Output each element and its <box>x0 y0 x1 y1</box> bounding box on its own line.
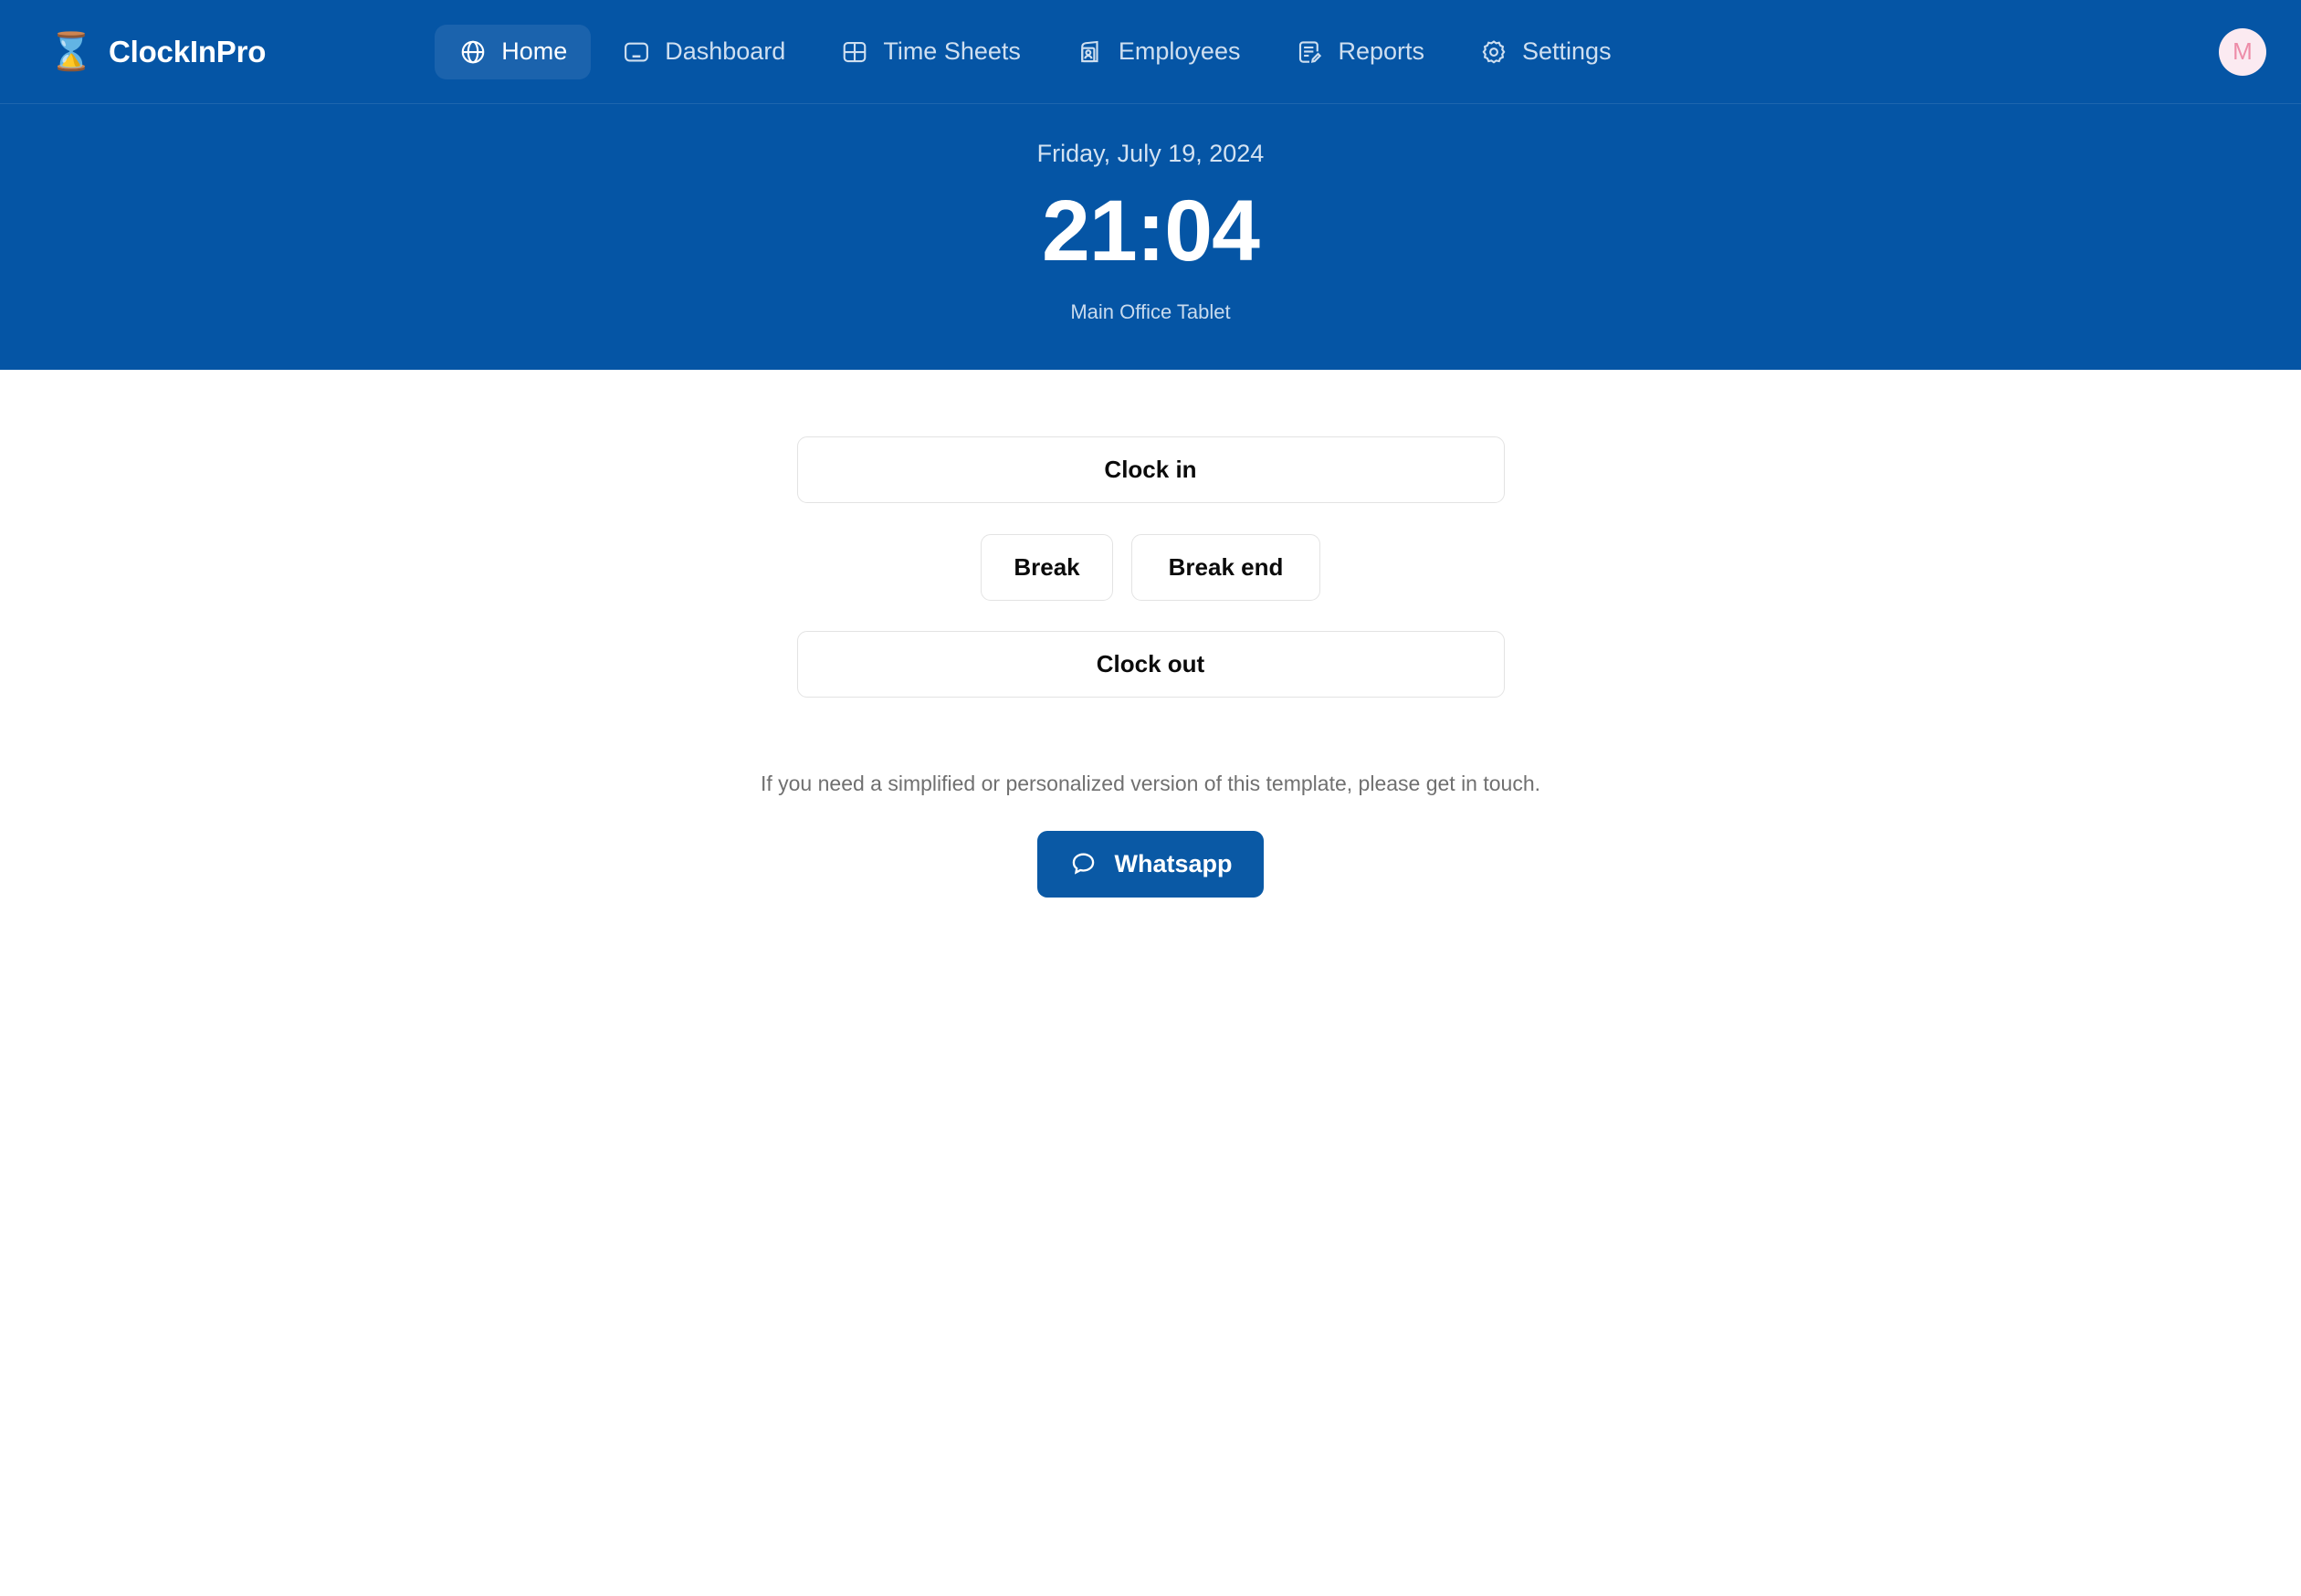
template-note: If you need a simplified or personalized… <box>760 771 1541 795</box>
avatar[interactable]: M <box>2219 27 2266 76</box>
document-pencil-icon <box>1295 37 1324 67</box>
current-date: Friday, July 19, 2024 <box>1036 140 1265 167</box>
avatar-initial: M <box>2233 37 2253 65</box>
clock-in-button[interactable]: Clock in <box>796 436 1505 503</box>
nav-item-label: Time Sheets <box>883 37 1021 65</box>
whatsapp-label: Whatsapp <box>1114 849 1233 877</box>
nav-item-home[interactable]: Home <box>435 24 592 79</box>
clock-out-row: Clock out <box>796 630 1505 698</box>
nav-item-label: Reports <box>1338 37 1425 65</box>
whatsapp-button[interactable]: Whatsapp <box>1037 830 1264 898</box>
brand[interactable]: ⌛ ClockInPro <box>48 31 267 73</box>
break-end-button[interactable]: Break end <box>1131 533 1320 601</box>
main-nav: Home Dashboard Time Sheets Employees Rep… <box>435 24 1635 79</box>
nav-item-time-sheets[interactable]: Time Sheets <box>816 25 1045 79</box>
monitor-icon <box>622 37 651 67</box>
globe-icon <box>458 37 488 67</box>
nav-item-label: Dashboard <box>665 37 786 65</box>
top-navbar: ⌛ ClockInPro Home Dashboard Time Sheets … <box>0 0 2301 104</box>
chat-bubble-icon <box>1068 849 1098 879</box>
nav-item-label: Settings <box>1522 37 1612 65</box>
main-content: Clock in Break Break end Clock out If yo… <box>0 369 2301 898</box>
nav-item-label: Employees <box>1118 37 1241 65</box>
nav-item-employees[interactable]: Employees <box>1052 25 1265 79</box>
nav-item-settings[interactable]: Settings <box>1455 25 1635 79</box>
current-time: 21:04 <box>1042 183 1260 280</box>
nav-item-dashboard[interactable]: Dashboard <box>598 25 809 79</box>
id-badge-icon <box>1076 37 1105 67</box>
clock-out-button[interactable]: Clock out <box>796 630 1505 698</box>
nav-item-label: Home <box>501 37 568 65</box>
watch-icon: ⌛ <box>48 31 94 72</box>
break-start-button[interactable]: Break <box>981 533 1113 601</box>
gear-icon <box>1479 37 1508 67</box>
app-title: ClockInPro <box>109 34 267 68</box>
clock-hero: Friday, July 19, 2024 21:04 Main Office … <box>0 104 2301 370</box>
table-icon <box>840 37 869 67</box>
nav-item-reports[interactable]: Reports <box>1271 25 1448 79</box>
device-location: Main Office Tablet <box>1070 299 1231 323</box>
break-button-row: Break Break end <box>981 533 1320 601</box>
